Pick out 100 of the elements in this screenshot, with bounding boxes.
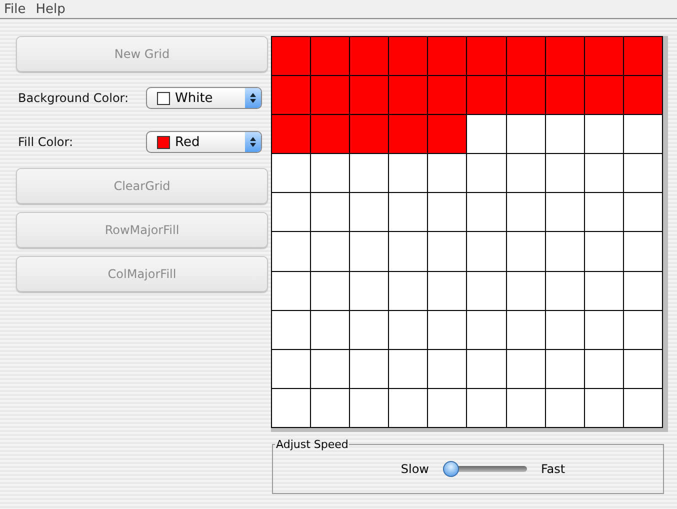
- grid-cell[interactable]: [624, 154, 663, 194]
- grid-cell[interactable]: [272, 37, 312, 76]
- grid-cell[interactable]: [546, 272, 585, 311]
- grid-cell[interactable]: [350, 350, 390, 389]
- grid-cell[interactable]: [428, 388, 468, 428]
- grid-cell[interactable]: [584, 37, 624, 76]
- grid-cell[interactable]: [624, 76, 663, 116]
- grid-cell[interactable]: [389, 350, 428, 389]
- grid-cell[interactable]: [272, 193, 312, 232]
- grid-cell[interactable]: [506, 272, 546, 311]
- grid-cell[interactable]: [389, 154, 428, 194]
- grid-cell[interactable]: [272, 310, 312, 350]
- grid-cell[interactable]: [428, 272, 468, 311]
- grid-cell[interactable]: [272, 76, 312, 116]
- grid-cell[interactable]: [428, 232, 468, 272]
- grid-cell[interactable]: [584, 310, 624, 350]
- grid-cell[interactable]: [428, 310, 468, 350]
- grid-cell[interactable]: [546, 154, 585, 194]
- grid-cell[interactable]: [350, 310, 390, 350]
- grid-cell[interactable]: [311, 388, 350, 428]
- grid-cell[interactable]: [272, 115, 312, 154]
- grid-cell[interactable]: [389, 232, 428, 272]
- speed-slider[interactable]: [442, 461, 527, 477]
- grid-cell[interactable]: [546, 388, 585, 428]
- grid-cell[interactable]: [624, 37, 663, 76]
- grid-cell[interactable]: [546, 76, 585, 116]
- grid-cell[interactable]: [624, 350, 663, 389]
- grid-cell[interactable]: [624, 310, 663, 350]
- grid-cell[interactable]: [467, 193, 507, 232]
- grid-cell[interactable]: [584, 154, 624, 194]
- grid-cell[interactable]: [584, 272, 624, 311]
- slider-thumb[interactable]: [442, 461, 459, 477]
- grid-cell[interactable]: [506, 76, 546, 116]
- grid-cell[interactable]: [546, 115, 585, 154]
- grid-cell[interactable]: [389, 76, 428, 116]
- grid-cell[interactable]: [506, 232, 546, 272]
- grid-cell[interactable]: [428, 350, 468, 389]
- grid-cell[interactable]: [389, 193, 428, 232]
- grid-cell[interactable]: [467, 76, 507, 116]
- grid-cell[interactable]: [506, 193, 546, 232]
- grid-cell[interactable]: [311, 193, 350, 232]
- grid-cell[interactable]: [350, 37, 390, 76]
- grid-cell[interactable]: [584, 388, 624, 428]
- grid-cell[interactable]: [584, 193, 624, 232]
- grid-cell[interactable]: [506, 388, 546, 428]
- grid-cell[interactable]: [546, 37, 585, 76]
- grid-cell[interactable]: [584, 76, 624, 116]
- background-color-dropdown[interactable]: White: [146, 87, 262, 109]
- grid-cell[interactable]: [311, 272, 350, 311]
- grid-cell[interactable]: [350, 232, 390, 272]
- grid-cell[interactable]: [624, 232, 663, 272]
- grid-cell[interactable]: [467, 388, 507, 428]
- grid-cell[interactable]: [389, 115, 428, 154]
- grid-cell[interactable]: [624, 115, 663, 154]
- grid-cell[interactable]: [506, 154, 546, 194]
- grid-cell[interactable]: [467, 232, 507, 272]
- grid-cell[interactable]: [311, 115, 350, 154]
- grid-cell[interactable]: [311, 350, 350, 389]
- grid-cell[interactable]: [624, 388, 663, 428]
- grid-cell[interactable]: [428, 37, 468, 76]
- grid-cell[interactable]: [467, 350, 507, 389]
- grid-cell[interactable]: [467, 310, 507, 350]
- grid-cell[interactable]: [272, 350, 312, 389]
- grid-cell[interactable]: [546, 232, 585, 272]
- grid-cell[interactable]: [311, 76, 350, 116]
- grid-cell[interactable]: [311, 37, 350, 76]
- grid-cell[interactable]: [506, 115, 546, 154]
- fill-color-dropdown[interactable]: Red: [146, 131, 262, 153]
- grid-cell[interactable]: [350, 76, 390, 116]
- grid-cell[interactable]: [350, 272, 390, 311]
- grid-cell[interactable]: [467, 154, 507, 194]
- grid-cell[interactable]: [272, 272, 312, 311]
- grid-cell[interactable]: [311, 232, 350, 272]
- grid-cell[interactable]: [467, 115, 507, 154]
- grid-cell[interactable]: [546, 193, 585, 232]
- grid-cell[interactable]: [350, 154, 390, 194]
- grid-cell[interactable]: [506, 350, 546, 389]
- grid-cell[interactable]: [624, 272, 663, 311]
- grid-cell[interactable]: [467, 37, 507, 76]
- grid-cell[interactable]: [311, 154, 350, 194]
- menu-item[interactable]: File: [4, 2, 26, 16]
- grid-cell[interactable]: [311, 310, 350, 350]
- grid-cell[interactable]: [389, 37, 428, 76]
- menu-item[interactable]: Help: [36, 2, 66, 16]
- grid-cell[interactable]: [546, 310, 585, 350]
- grid-cell[interactable]: [389, 272, 428, 311]
- grid-cell[interactable]: [428, 115, 468, 154]
- grid-cell[interactable]: [506, 37, 546, 76]
- grid-cell[interactable]: [272, 388, 312, 428]
- grid-cell[interactable]: [584, 350, 624, 389]
- grid-cell[interactable]: [272, 232, 312, 272]
- grid-cell[interactable]: [272, 154, 312, 194]
- grid-cell[interactable]: [389, 388, 428, 428]
- grid-cell[interactable]: [546, 350, 585, 389]
- grid-cell[interactable]: [624, 193, 663, 232]
- grid-cell[interactable]: [428, 76, 468, 116]
- grid-cell[interactable]: [350, 388, 390, 428]
- grid-cell[interactable]: [506, 310, 546, 350]
- grid-cell[interactable]: [584, 232, 624, 272]
- grid-cell[interactable]: [428, 193, 468, 232]
